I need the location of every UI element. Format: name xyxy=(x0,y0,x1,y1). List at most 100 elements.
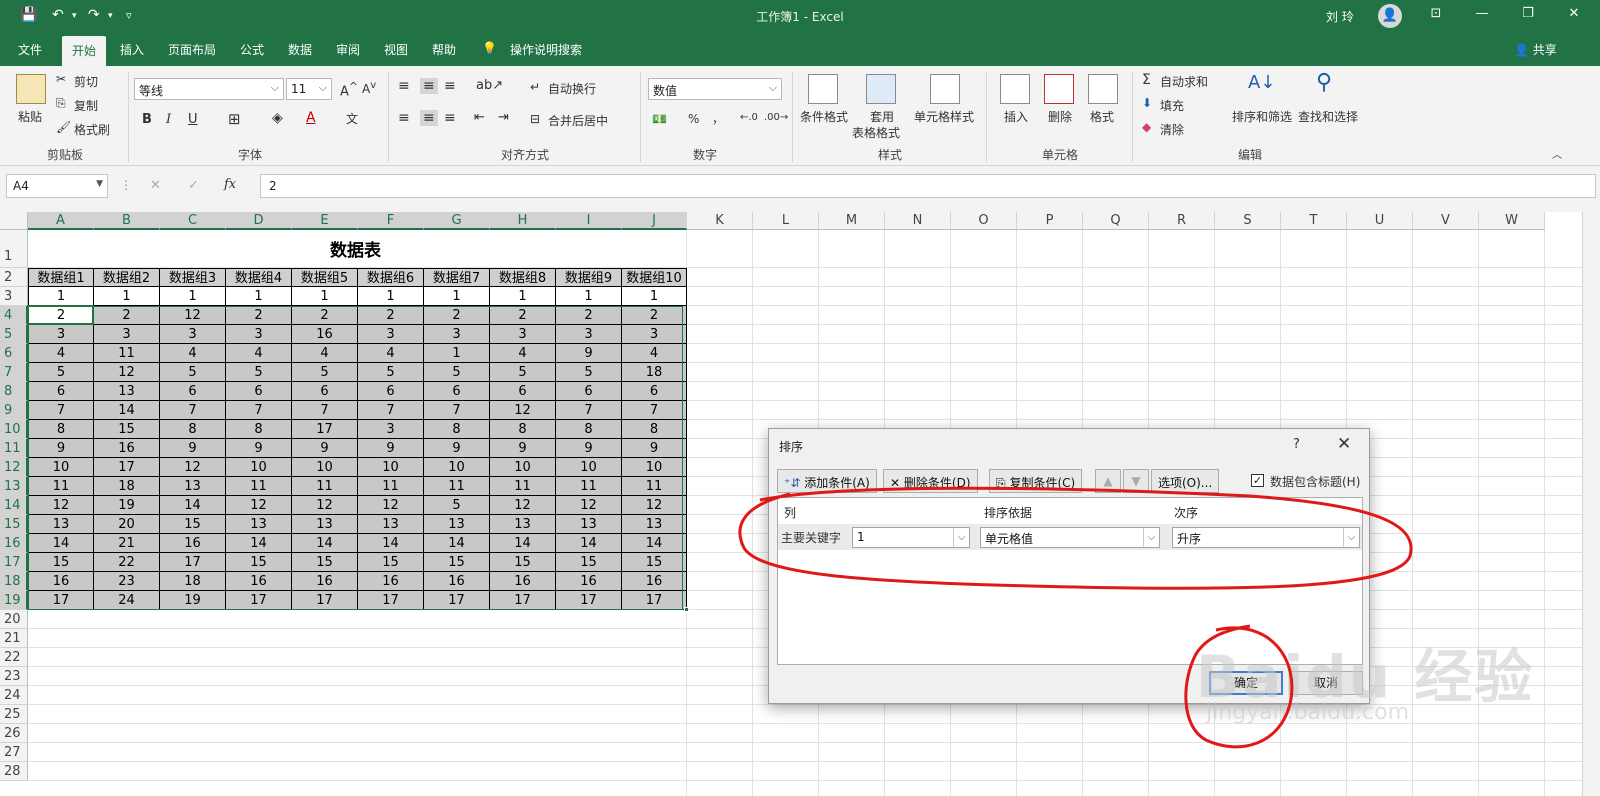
table-cell[interactable]: 9 xyxy=(556,439,622,458)
column-header[interactable]: V xyxy=(1413,212,1479,230)
table-cell[interactable]: 13 xyxy=(28,515,94,534)
table-cell[interactable]: 4 xyxy=(358,344,424,363)
table-cell[interactable]: 11 xyxy=(622,477,687,496)
table-cell[interactable]: 19 xyxy=(94,496,160,515)
row-header[interactable]: 6 xyxy=(0,344,28,363)
table-cell[interactable]: 6 xyxy=(424,382,490,401)
table-cell[interactable]: 11 xyxy=(28,477,94,496)
table-cell[interactable]: 16 xyxy=(226,572,292,591)
table-cell[interactable]: 4 xyxy=(292,344,358,363)
align-left-icon[interactable]: ≡ xyxy=(398,110,410,126)
table-cell[interactable]: 6 xyxy=(226,382,292,401)
table-cell[interactable]: 6 xyxy=(28,382,94,401)
table-header-cell[interactable]: 数据组3 xyxy=(160,268,226,287)
borders-icon[interactable]: ⊞ xyxy=(228,110,241,128)
table-cell[interactable]: 4 xyxy=(28,344,94,363)
clear-button[interactable]: 清除 xyxy=(1160,121,1184,138)
table-cell[interactable]: 17 xyxy=(424,591,490,610)
conditional-format-button[interactable]: 条件格式 xyxy=(800,108,848,125)
align-bottom-icon[interactable]: ≡ xyxy=(444,78,456,94)
table-cell[interactable]: 13 xyxy=(490,515,556,534)
table-cell[interactable]: 11 xyxy=(490,477,556,496)
row-header[interactable]: 27 xyxy=(0,743,28,762)
table-cell[interactable]: 1 xyxy=(556,287,622,306)
row-header[interactable]: 4 xyxy=(0,306,28,325)
table-header-cell[interactable]: 数据组4 xyxy=(226,268,292,287)
table-cell[interactable]: 10 xyxy=(226,458,292,477)
table-cell[interactable]: 6 xyxy=(358,382,424,401)
sort-filter-button[interactable]: 排序和筛选 xyxy=(1232,108,1292,125)
table-cell[interactable]: 2 xyxy=(358,306,424,325)
table-cell[interactable]: 5 xyxy=(556,363,622,382)
copy-button[interactable]: 复制 xyxy=(74,97,98,114)
shrink-font-icon[interactable]: Av xyxy=(362,80,376,96)
table-cell[interactable]: 13 xyxy=(556,515,622,534)
table-cell[interactable]: 14 xyxy=(160,496,226,515)
copy-level-button[interactable]: ⎘ 复制条件(C) xyxy=(989,469,1083,493)
format-as-table-button-top[interactable]: 套用 xyxy=(870,108,894,125)
copy-icon[interactable]: ⎘ xyxy=(56,96,66,111)
table-cell[interactable]: 16 xyxy=(490,572,556,591)
table-cell[interactable]: 11 xyxy=(358,477,424,496)
move-down-button[interactable]: ▼ xyxy=(1123,469,1149,493)
table-cell[interactable]: 17 xyxy=(226,591,292,610)
table-cell[interactable]: 7 xyxy=(358,401,424,420)
table-cell[interactable]: 6 xyxy=(490,382,556,401)
table-cell[interactable]: 3 xyxy=(28,325,94,344)
table-cell[interactable]: 7 xyxy=(160,401,226,420)
move-up-button[interactable]: ▲ xyxy=(1095,469,1121,493)
table-header-cell[interactable]: 数据组2 xyxy=(94,268,160,287)
table-cell[interactable]: 16 xyxy=(556,572,622,591)
tab-home[interactable]: 开始 xyxy=(62,36,107,66)
delete-cells-button[interactable]: 删除 xyxy=(1048,108,1072,125)
table-header-cell[interactable]: 数据组7 xyxy=(424,268,490,287)
table-cell[interactable]: 8 xyxy=(160,420,226,439)
table-cell[interactable]: 12 xyxy=(292,496,358,515)
column-header[interactable]: H xyxy=(490,212,556,230)
table-cell[interactable]: 4 xyxy=(226,344,292,363)
table-cell[interactable]: 9 xyxy=(358,439,424,458)
row-header[interactable]: 9 xyxy=(0,401,28,420)
table-cell[interactable]: 15 xyxy=(28,553,94,572)
table-cell[interactable]: 6 xyxy=(622,382,687,401)
font-name-combo[interactable]: 等线 ⌵ xyxy=(134,78,284,100)
table-cell[interactable]: 16 xyxy=(160,534,226,553)
format-as-table-button[interactable]: 表格格式 xyxy=(852,124,900,141)
italic-button[interactable]: I xyxy=(166,112,171,127)
table-cell[interactable]: 15 xyxy=(226,553,292,572)
table-cell[interactable]: 1 xyxy=(490,287,556,306)
table-cell[interactable]: 11 xyxy=(424,477,490,496)
table-cell[interactable]: 15 xyxy=(358,553,424,572)
table-cell[interactable]: 22 xyxy=(94,553,160,572)
row-header[interactable]: 19 xyxy=(0,591,28,610)
table-cell[interactable]: 14 xyxy=(490,534,556,553)
table-cell[interactable]: 9 xyxy=(424,439,490,458)
table-cell[interactable]: 19 xyxy=(160,591,226,610)
table-header-cell[interactable]: 数据组6 xyxy=(358,268,424,287)
delete-cells-icon[interactable] xyxy=(1044,74,1074,104)
table-cell[interactable]: 12 xyxy=(490,496,556,515)
fill-color-icon[interactable]: ◈ xyxy=(272,110,283,126)
table-header-cell[interactable]: 数据组8 xyxy=(490,268,556,287)
table-cell[interactable]: 1 xyxy=(160,287,226,306)
table-cell[interactable]: 17 xyxy=(292,420,358,439)
font-color-icon[interactable]: A xyxy=(306,110,316,126)
sort-filter-icon[interactable]: A↓ xyxy=(1248,72,1275,93)
table-cell[interactable]: 4 xyxy=(622,344,687,363)
grow-font-icon[interactable]: A^ xyxy=(340,80,358,99)
find-select-button[interactable]: 查找和选择 xyxy=(1298,108,1358,125)
row-header[interactable]: 20 xyxy=(0,610,28,629)
find-select-icon[interactable]: ⚲ xyxy=(1316,70,1332,95)
column-header[interactable]: A xyxy=(28,212,94,230)
table-cell[interactable]: 3 xyxy=(490,325,556,344)
table-cell[interactable]: 15 xyxy=(556,553,622,572)
table-cell[interactable]: 4 xyxy=(160,344,226,363)
table-cell[interactable]: 17 xyxy=(556,591,622,610)
table-cell[interactable]: 7 xyxy=(226,401,292,420)
row-header[interactable]: 28 xyxy=(0,762,28,781)
table-cell[interactable]: 7 xyxy=(28,401,94,420)
row-header[interactable]: 1 xyxy=(0,230,28,268)
restore-icon[interactable]: ❐ xyxy=(1516,6,1540,21)
table-cell[interactable]: 13 xyxy=(424,515,490,534)
row-header[interactable]: 8 xyxy=(0,382,28,401)
